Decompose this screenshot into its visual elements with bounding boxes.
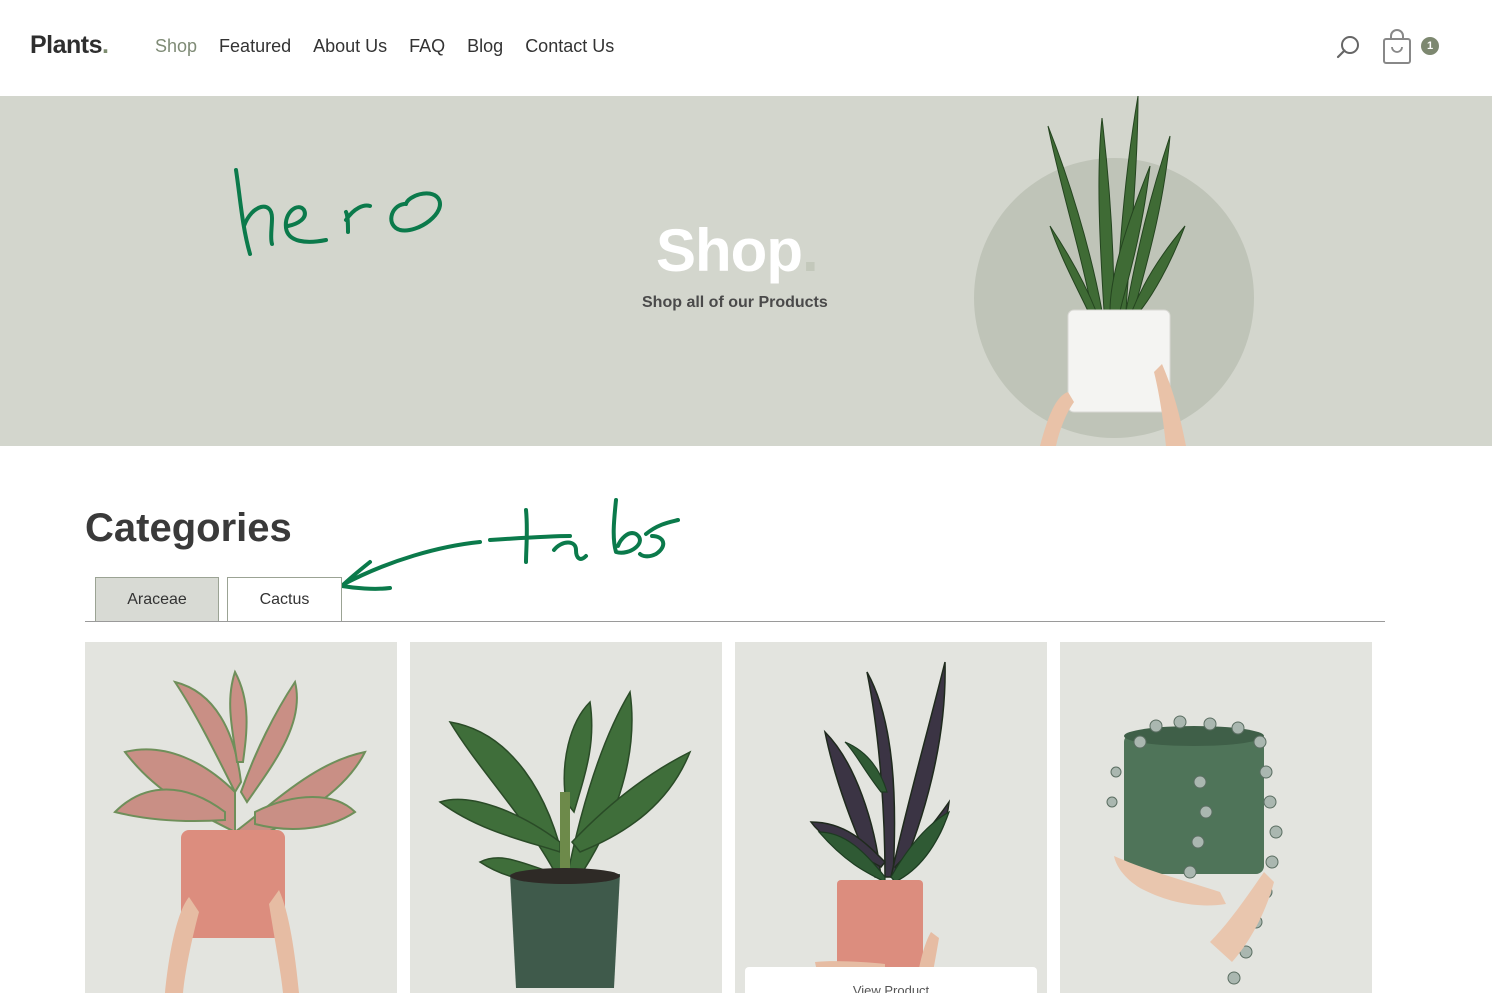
categories-heading: Categories <box>85 506 292 550</box>
view-product-button[interactable]: View Product <box>745 967 1037 993</box>
tab-araceae[interactable]: Araceae <box>95 577 219 621</box>
product-card[interactable] <box>410 642 722 993</box>
cart-icon[interactable] <box>1382 29 1412 65</box>
banana-plant-image <box>438 689 692 988</box>
nav-shop[interactable]: Shop <box>155 36 197 57</box>
cart-count-badge: 1 <box>1421 37 1439 55</box>
main-nav: Shop Featured About Us FAQ Blog Contact … <box>155 36 636 57</box>
tabs-annotation-handwriting <box>340 498 680 591</box>
hero-title-dot: . <box>801 217 819 284</box>
logo-dot: . <box>102 31 109 59</box>
search-icon[interactable] <box>1336 34 1362 60</box>
site-header: Plants. Shop Featured About Us FAQ Blog … <box>0 0 1492 96</box>
hero-title: Shop. <box>656 216 819 285</box>
logo-text: Plants <box>30 31 103 59</box>
string-of-hearts-plant-image <box>1106 715 1283 985</box>
snake-plant-image <box>1040 96 1186 446</box>
nav-featured[interactable]: Featured <box>219 36 291 57</box>
product-card[interactable] <box>1060 642 1372 993</box>
category-tabs: Araceae Cactus <box>95 577 342 621</box>
nav-contact-us[interactable]: Contact Us <box>525 36 614 57</box>
nav-blog[interactable]: Blog <box>467 36 503 57</box>
hero-annotation-handwriting <box>234 168 442 256</box>
nav-faq[interactable]: FAQ <box>409 36 445 57</box>
product-card[interactable] <box>85 642 397 993</box>
tabs-divider <box>85 621 1385 622</box>
hero-subtitle: Shop all of our Products <box>642 294 828 311</box>
calathea-plant-image <box>809 661 951 993</box>
logo[interactable]: Plants. <box>30 31 109 60</box>
product-card[interactable]: View Product <box>735 642 1047 993</box>
nav-about-us[interactable]: About Us <box>313 36 387 57</box>
hero-banner: Shop. Shop all of our Products <box>0 96 1492 446</box>
syngonium-pink-plant-image <box>113 669 367 993</box>
hero-title-text: Shop <box>656 217 803 284</box>
tab-cactus[interactable]: Cactus <box>227 577 342 621</box>
